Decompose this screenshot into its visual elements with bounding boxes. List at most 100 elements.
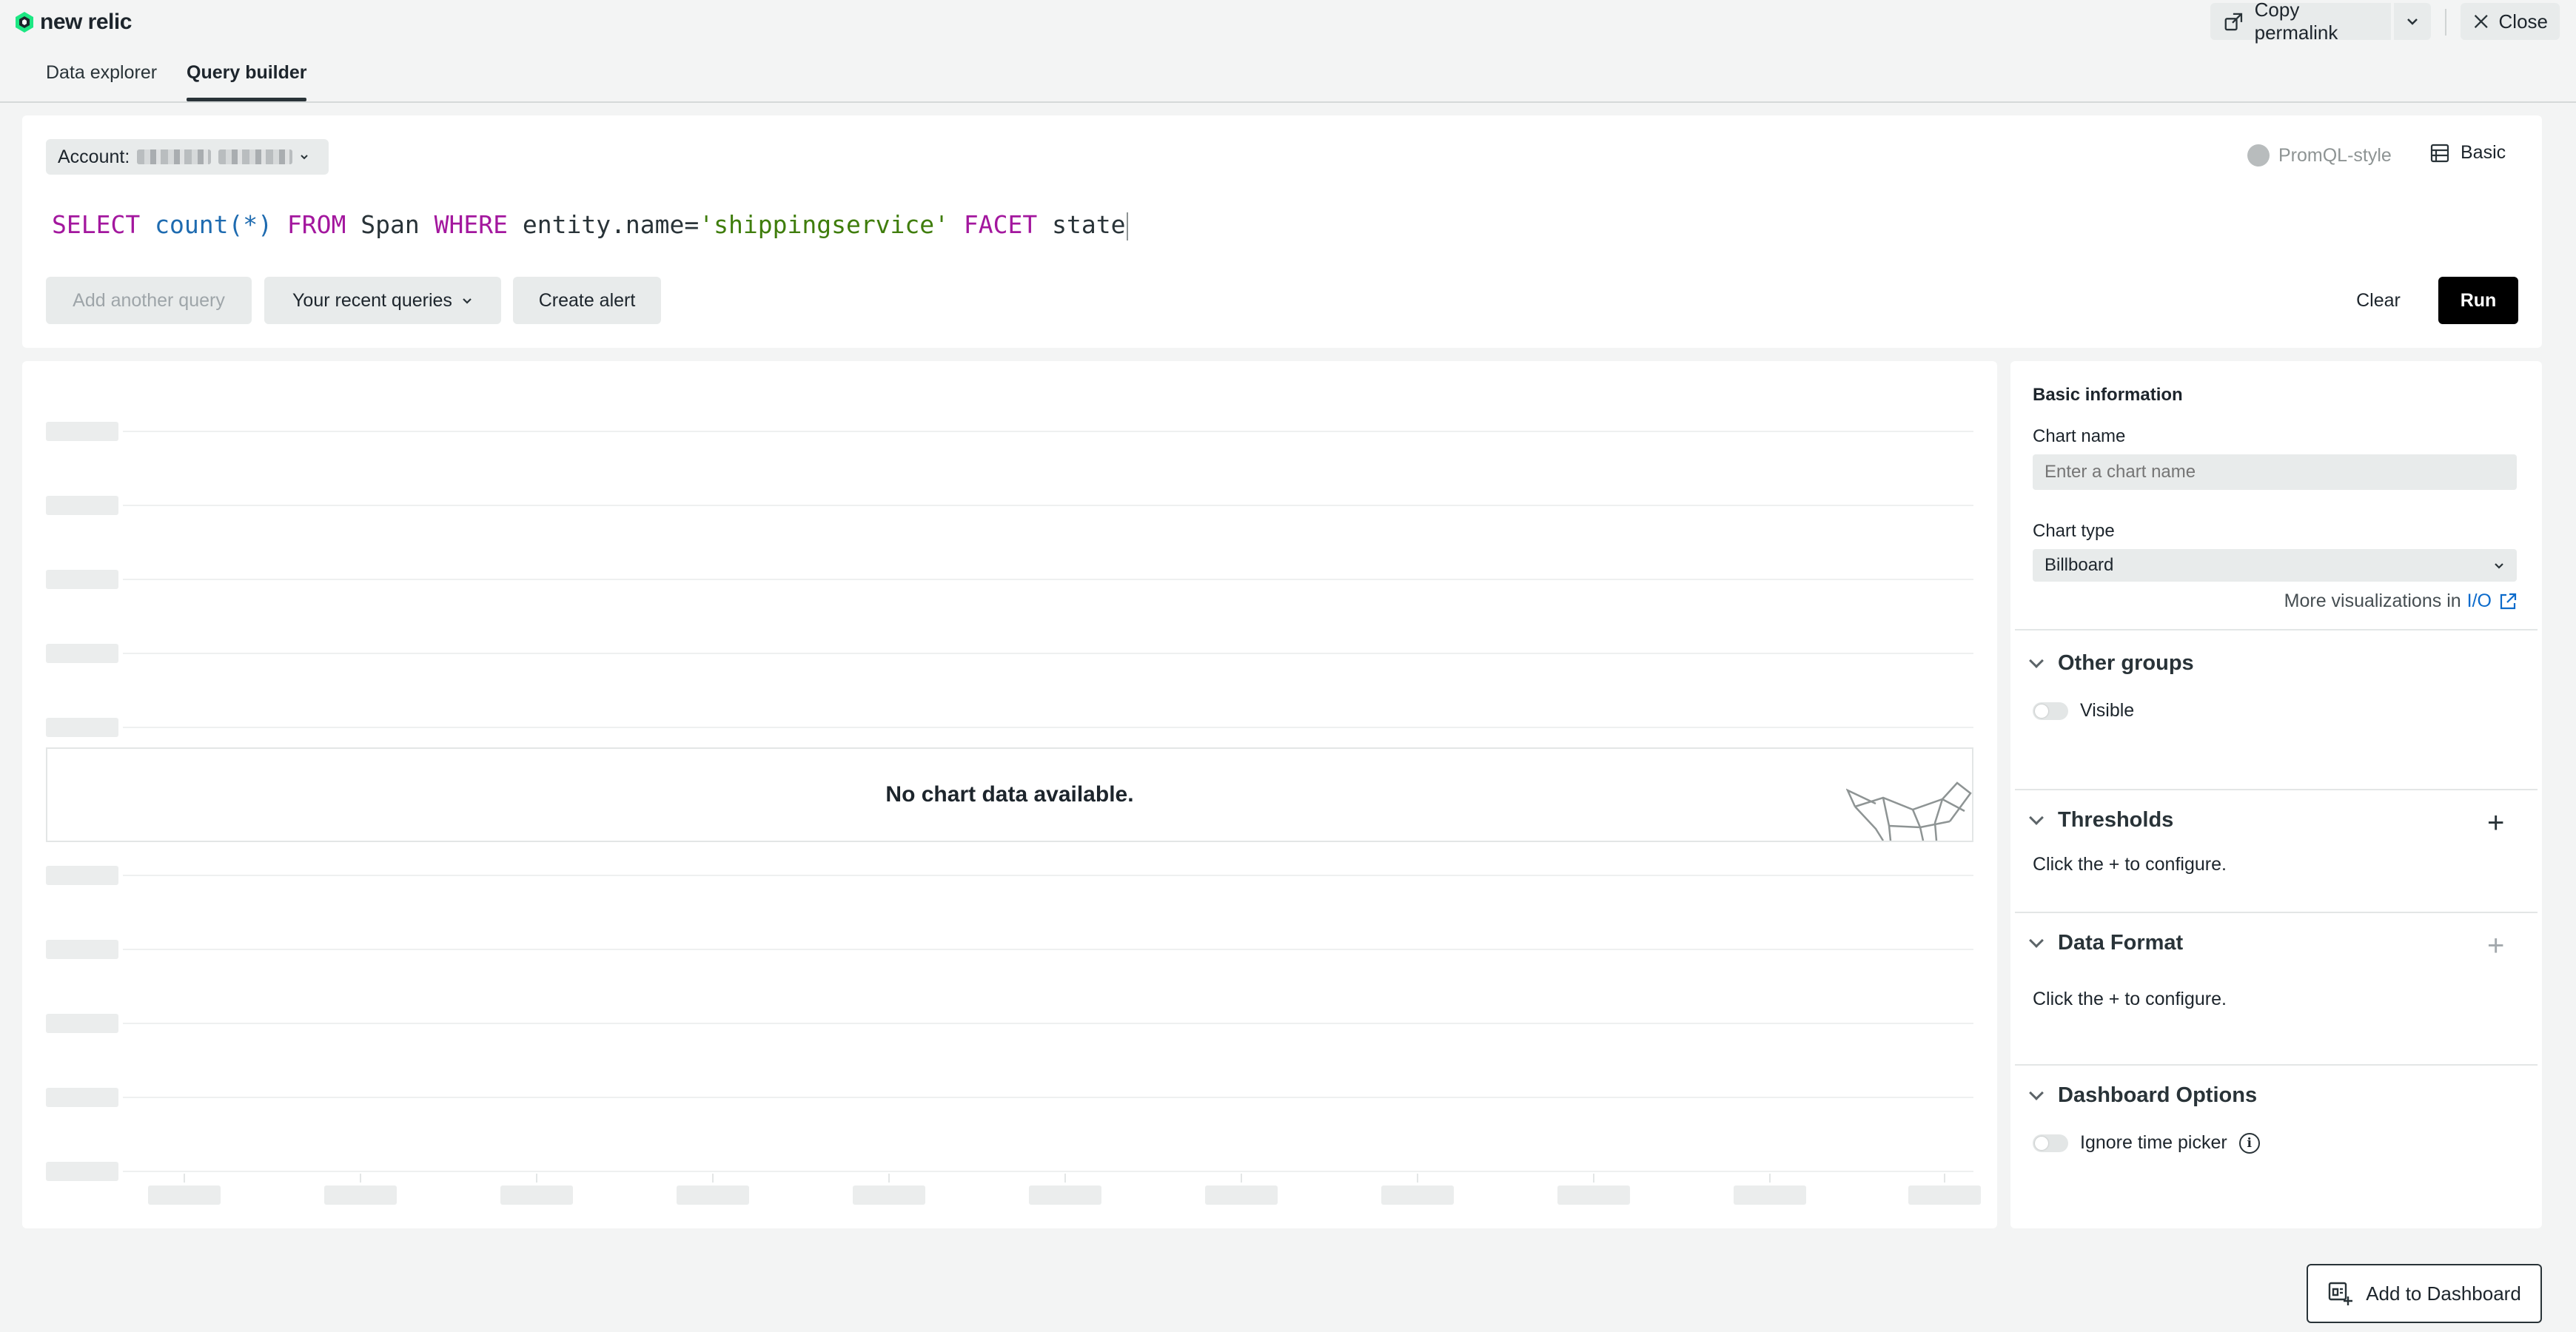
redacted-account-name <box>137 149 212 164</box>
y-axis-placeholder <box>46 718 118 737</box>
chevron-down-icon <box>2029 653 2044 668</box>
nrql-query-editor[interactable]: SELECT count(*) FROM Span WHERE entity.n… <box>52 210 1129 240</box>
header-divider <box>2445 9 2446 36</box>
nrql-where: WHERE <box>434 210 508 239</box>
y-axis-placeholder <box>46 1162 118 1181</box>
no-data-message-box: No chart data available. <box>46 747 1973 842</box>
account-picker[interactable]: Account: <box>46 139 329 175</box>
x-axis-tick-mark <box>1064 1174 1066 1183</box>
thresholds-header[interactable]: Thresholds <box>2029 808 2173 832</box>
toggle-switch[interactable] <box>2033 702 2068 720</box>
share-link-icon <box>2224 13 2243 31</box>
x-axis-placeholder <box>1908 1185 1981 1205</box>
chart-type-value: Billboard <box>2045 555 2114 575</box>
x-axis-tick-mark <box>536 1174 537 1183</box>
chart-gridline <box>123 505 1973 506</box>
close-button[interactable]: Close <box>2461 3 2560 40</box>
nrql-select: SELECT <box>52 210 141 239</box>
account-label: Account: <box>58 146 130 167</box>
basic-mode-toggle[interactable]: Basic <box>2429 142 2506 164</box>
y-axis-placeholder <box>46 866 118 885</box>
promql-icon <box>2247 144 2270 166</box>
visible-label: Visible <box>2080 700 2135 721</box>
dashboard-add-icon <box>2329 1282 2353 1305</box>
chevron-down-icon <box>2495 563 2503 569</box>
copy-permalink-button[interactable]: Copy permalink <box>2210 0 2391 44</box>
x-axis-tick-mark <box>360 1174 361 1183</box>
x-axis-tick-mark <box>1944 1174 1945 1183</box>
add-to-dashboard-button[interactable]: Add to Dashboard <box>2307 1264 2542 1323</box>
more-visualizations: More visualizations in I/O <box>2284 591 2518 612</box>
info-icon[interactable]: i <box>2238 1132 2260 1154</box>
ignore-time-picker-toggle[interactable]: Ignore time picker i <box>2033 1132 2260 1154</box>
promql-style-toggle[interactable]: PromQL-style <box>2247 144 2392 166</box>
nrql-field: entity.name= <box>522 210 700 239</box>
y-axis-placeholder <box>46 1088 118 1107</box>
dashboard-options-header[interactable]: Dashboard Options <box>2029 1083 2257 1108</box>
x-axis-tick-mark <box>1241 1174 1242 1183</box>
nrql-facet-field: state <box>1052 210 1126 239</box>
tabs-divider <box>0 101 2576 103</box>
chart-gridline <box>123 1023 1973 1024</box>
nrql-table: Span <box>360 210 420 239</box>
x-axis-placeholder <box>324 1185 397 1205</box>
section-divider <box>2015 789 2538 790</box>
tab-data-explorer[interactable]: Data explorer <box>46 62 157 84</box>
x-axis-placeholder <box>677 1185 749 1205</box>
x-axis-tick-mark <box>712 1174 714 1183</box>
chevron-down-icon <box>2029 932 2044 948</box>
y-axis-placeholder <box>46 940 118 959</box>
x-axis-placeholder <box>500 1185 573 1205</box>
thresholds-hint: Click the + to configure. <box>2033 854 2227 875</box>
basic-information-heading: Basic information <box>2033 385 2183 405</box>
x-axis-placeholder <box>1205 1185 1278 1205</box>
chart-name-input[interactable] <box>2033 454 2517 490</box>
section-divider <box>2015 912 2538 913</box>
recent-queries-button[interactable]: Your recent queries <box>264 277 501 324</box>
run-button[interactable]: Run <box>2438 277 2518 324</box>
toggle-switch[interactable] <box>2033 1134 2068 1152</box>
y-axis-placeholder <box>46 644 118 663</box>
y-axis-placeholder <box>46 570 118 589</box>
x-axis-placeholder <box>853 1185 925 1205</box>
chart-type-label: Chart type <box>2033 521 2115 541</box>
add-data-format-plus-icon[interactable]: + <box>2487 931 2504 961</box>
x-axis-placeholder <box>1381 1185 1454 1205</box>
ignore-time-picker-label: Ignore time picker <box>2080 1132 2227 1153</box>
empty-box-icon <box>1846 781 1972 841</box>
data-format-header[interactable]: Data Format <box>2029 931 2184 955</box>
new-relic-logo[interactable]: new relic <box>15 7 132 37</box>
recent-queries-label: Your recent queries <box>292 289 452 311</box>
x-axis-tick-mark <box>1593 1174 1594 1183</box>
x-axis-placeholder <box>148 1185 221 1205</box>
external-link-icon[interactable] <box>2498 591 2518 612</box>
chevron-down-icon <box>2029 810 2044 825</box>
chart-gridline <box>123 1171 1973 1172</box>
nrql-value: 'shippingservice' <box>699 210 950 239</box>
chart-type-select[interactable]: Billboard <box>2033 549 2517 582</box>
x-axis-tick-mark <box>1417 1174 1418 1183</box>
data-format-title: Data Format <box>2058 931 2184 955</box>
permalink-options-button[interactable] <box>2394 3 2431 40</box>
add-threshold-plus-icon[interactable]: + <box>2487 808 2504 838</box>
add-another-query-button[interactable]: Add another query <box>46 277 252 324</box>
form-icon <box>2430 144 2449 162</box>
x-axis-placeholder <box>1029 1185 1101 1205</box>
add-to-dashboard-label: Add to Dashboard <box>2366 1282 2521 1305</box>
tab-query-builder[interactable]: Query builder <box>187 62 307 84</box>
nrql-from: FROM <box>286 210 346 239</box>
io-link[interactable]: I/O <box>2467 591 2492 612</box>
other-groups-header[interactable]: Other groups <box>2029 651 2194 676</box>
x-axis-tick-mark <box>184 1174 185 1183</box>
chart-gridline <box>123 727 1973 728</box>
x-axis-tick-mark <box>1769 1174 1771 1183</box>
no-data-message: No chart data available. <box>885 782 1134 807</box>
clear-button[interactable]: Clear <box>2338 277 2419 324</box>
y-axis-placeholder <box>46 1014 118 1033</box>
chevron-down-icon <box>463 298 472 304</box>
copy-permalink-label: Copy permalink <box>2254 0 2338 44</box>
chevron-down-icon <box>301 155 308 160</box>
create-alert-button[interactable]: Create alert <box>513 277 661 324</box>
y-axis-placeholder <box>46 422 118 441</box>
other-groups-visible-toggle[interactable]: Visible <box>2033 700 2134 722</box>
